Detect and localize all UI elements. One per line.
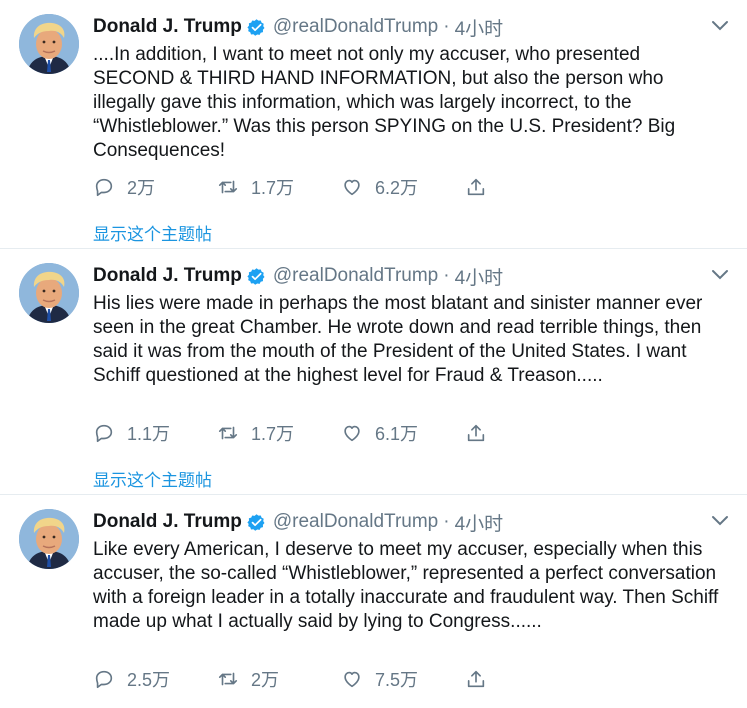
like-button[interactable]: 6.1万 bbox=[341, 420, 465, 446]
retweet-count: 1.7万 bbox=[251, 424, 295, 444]
author-name[interactable]: Donald J. Trump bbox=[93, 511, 242, 533]
share-icon bbox=[467, 670, 485, 688]
retweet-count: 1.7万 bbox=[251, 178, 295, 198]
tweet[interactable]: Donald J. Trump @realDonaldTrump · 4小时 L… bbox=[0, 495, 747, 708]
author-name[interactable]: Donald J. Trump bbox=[93, 265, 242, 287]
author-name[interactable]: Donald J. Trump bbox=[93, 16, 242, 38]
like-icon bbox=[344, 425, 360, 442]
chevron-down-icon[interactable] bbox=[711, 20, 729, 32]
share-button[interactable] bbox=[465, 668, 487, 690]
tweet-text: Like every American, I deserve to meet m… bbox=[93, 539, 719, 632]
author-handle[interactable]: @realDonaldTrump bbox=[273, 511, 438, 533]
chevron-down-icon[interactable] bbox=[711, 515, 729, 527]
reply-count: 2万 bbox=[127, 178, 156, 198]
tweet-header: Donald J. Trump @realDonaldTrump · 4小时 bbox=[93, 14, 503, 40]
tweet-text: ....In addition, I want to meet not only… bbox=[93, 44, 676, 161]
retweet-icon bbox=[218, 672, 238, 686]
verified-badge-icon bbox=[247, 513, 265, 531]
timestamp[interactable]: 4小时 bbox=[455, 14, 504, 41]
like-count: 6.1万 bbox=[375, 424, 419, 444]
action-bar: 2.5万 2万 7.5万 bbox=[93, 667, 487, 691]
reply-button[interactable]: 2万 bbox=[93, 174, 217, 200]
show-thread-link[interactable]: 显示这个主题帖 bbox=[93, 220, 212, 245]
like-count: 6.2万 bbox=[375, 178, 419, 198]
tweet-text: His lies were made in perhaps the most b… bbox=[93, 293, 703, 386]
retweet-icon bbox=[218, 426, 238, 440]
retweet-count: 2万 bbox=[251, 670, 280, 690]
tweet[interactable]: Donald J. Trump @realDonaldTrump · 4小时 .… bbox=[0, 0, 747, 249]
chevron-down-icon[interactable] bbox=[711, 269, 729, 281]
avatar[interactable] bbox=[19, 263, 79, 323]
reply-count: 2.5万 bbox=[127, 670, 171, 690]
share-icon bbox=[467, 178, 485, 196]
reply-button[interactable]: 2.5万 bbox=[93, 666, 217, 692]
separator: · bbox=[443, 265, 450, 286]
tweet-header: Donald J. Trump @realDonaldTrump · 4小时 bbox=[93, 509, 503, 535]
separator: · bbox=[443, 511, 450, 532]
timestamp[interactable]: 4小时 bbox=[455, 263, 504, 290]
verified-badge-icon bbox=[247, 18, 265, 36]
share-icon bbox=[467, 424, 485, 442]
like-icon bbox=[344, 179, 360, 196]
reply-icon bbox=[95, 424, 113, 443]
reply-button[interactable]: 1.1万 bbox=[93, 420, 217, 446]
retweet-button[interactable]: 2万 bbox=[217, 666, 341, 692]
retweet-button[interactable]: 1.7万 bbox=[217, 174, 341, 200]
retweet-icon bbox=[218, 180, 238, 194]
timestamp[interactable]: 4小时 bbox=[455, 509, 504, 536]
author-handle[interactable]: @realDonaldTrump bbox=[273, 265, 438, 287]
avatar[interactable] bbox=[19, 14, 79, 74]
action-bar: 2万 1.7万 6.2万 bbox=[93, 175, 487, 199]
share-button[interactable] bbox=[465, 176, 487, 198]
reply-count: 1.1万 bbox=[127, 424, 171, 444]
like-icon bbox=[344, 671, 360, 688]
like-button[interactable]: 7.5万 bbox=[341, 666, 465, 692]
verified-badge-icon bbox=[247, 267, 265, 285]
show-thread-link[interactable]: 显示这个主题帖 bbox=[93, 466, 212, 491]
separator: · bbox=[443, 16, 450, 37]
like-button[interactable]: 6.2万 bbox=[341, 174, 465, 200]
reply-icon bbox=[95, 670, 113, 689]
like-count: 7.5万 bbox=[375, 670, 419, 690]
reply-icon bbox=[95, 178, 113, 197]
retweet-button[interactable]: 1.7万 bbox=[217, 420, 341, 446]
tweet-header: Donald J. Trump @realDonaldTrump · 4小时 bbox=[93, 263, 503, 289]
avatar[interactable] bbox=[19, 509, 79, 569]
action-bar: 1.1万 1.7万 6.1万 bbox=[93, 421, 487, 445]
share-button[interactable] bbox=[465, 422, 487, 444]
author-handle[interactable]: @realDonaldTrump bbox=[273, 16, 438, 38]
tweet[interactable]: Donald J. Trump @realDonaldTrump · 4小时 H… bbox=[0, 249, 747, 495]
